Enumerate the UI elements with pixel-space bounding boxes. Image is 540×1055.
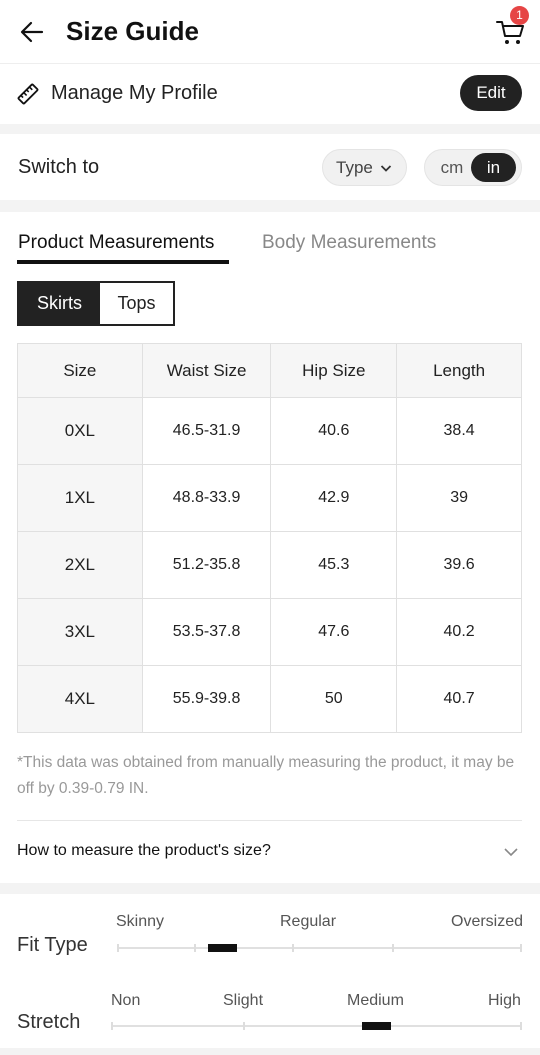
section-divider	[0, 124, 540, 134]
length-cell: 40.7	[396, 665, 522, 733]
scale-tick	[117, 944, 119, 952]
table-header-row: Size Waist Size Hip Size Length	[17, 343, 522, 398]
stretch-label-slight: Slight	[223, 992, 264, 1009]
manage-profile-row[interactable]: Manage My Profile	[0, 64, 540, 124]
waist-cell: 55.9-39.8	[141, 665, 272, 733]
stretch-label-high: High	[488, 992, 521, 1009]
unit-in-option[interactable]: in	[471, 153, 516, 182]
size-table: Size Waist Size Hip Size Length 0XL 46.5…	[17, 343, 522, 733]
unit-cm-option[interactable]: cm	[429, 153, 475, 182]
active-tab-indicator	[17, 260, 229, 264]
table-row: 3XL 53.5-37.8 47.6 40.2	[17, 598, 522, 666]
length-cell: 39	[396, 464, 522, 532]
chevron-down-icon	[504, 848, 518, 857]
switch-row: Switch to Type cm in	[0, 134, 540, 200]
app-header: Size Guide 1	[0, 0, 540, 64]
hip-cell: 42.9	[270, 464, 398, 532]
type-dropdown[interactable]: Type	[322, 149, 407, 186]
measurement-disclaimer: *This data was obtained from manually me…	[17, 754, 515, 797]
size-cell: 2XL	[17, 531, 143, 599]
length-cell: 39.6	[396, 531, 522, 599]
how-to-measure-label: How to measure the product's size?	[17, 842, 271, 859]
category-skirts[interactable]: Skirts	[19, 283, 100, 324]
hip-cell: 45.3	[270, 531, 398, 599]
type-label: Type	[336, 158, 373, 177]
fit-type-marker	[208, 944, 237, 952]
tab-body-measurements[interactable]: Body Measurements	[262, 232, 436, 254]
section-divider	[0, 883, 540, 894]
scale-tick	[292, 944, 294, 952]
waist-cell: 46.5-31.9	[141, 397, 272, 465]
size-cell: 1XL	[17, 464, 143, 532]
ruler-icon	[17, 83, 39, 105]
section-divider	[0, 200, 540, 212]
column-header: Length	[396, 343, 522, 398]
column-header: Hip Size	[270, 343, 398, 398]
measurement-tabs: Product Measurements Body Measurements	[0, 212, 540, 267]
table-row: 2XL 51.2-35.8 45.3 39.6	[17, 531, 522, 599]
waist-cell: 48.8-33.9	[141, 464, 272, 532]
page-title: Size Guide	[66, 16, 199, 46]
switch-label: Switch to	[18, 156, 100, 178]
length-cell: 40.2	[396, 598, 522, 666]
edit-button[interactable]: Edit	[460, 75, 522, 111]
scale-tick	[111, 1022, 113, 1030]
stretch-label-non: Non	[111, 992, 141, 1009]
fit-label-regular: Regular	[280, 913, 337, 930]
stretch-scale	[111, 1025, 522, 1027]
waist-cell: 51.2-35.8	[141, 531, 272, 599]
scale-tick	[194, 944, 196, 952]
hip-cell: 50	[270, 665, 398, 733]
table-row: 4XL 55.9-39.8 50 40.7	[17, 665, 522, 733]
stretch-label-medium: Medium	[347, 992, 404, 1009]
tab-product-measurements[interactable]: Product Measurements	[18, 232, 214, 254]
category-tops[interactable]: Tops	[100, 283, 173, 324]
scale-tick	[243, 1022, 245, 1030]
fit-label-skinny: Skinny	[116, 913, 165, 930]
scale-tick	[520, 1022, 522, 1030]
chevron-down-icon	[380, 165, 392, 172]
scale-tick	[520, 944, 522, 952]
waist-cell: 53.5-37.8	[141, 598, 272, 666]
column-header: Waist Size	[141, 343, 272, 398]
unit-toggle: cm in	[424, 149, 522, 186]
fit-label-oversized: Oversized	[451, 913, 524, 930]
arrow-left-icon[interactable]	[18, 18, 46, 46]
column-header: Size	[17, 343, 143, 398]
table-row: 1XL 48.8-33.9 42.9 39	[17, 464, 522, 532]
manage-profile-label: Manage My Profile	[51, 82, 218, 104]
stretch-marker	[362, 1022, 391, 1030]
size-cell: 3XL	[17, 598, 143, 666]
scale-tick	[392, 944, 394, 952]
hip-cell: 47.6	[270, 598, 398, 666]
table-row: 0XL 46.5-31.9 40.6 38.4	[17, 397, 522, 465]
fit-type-title: Fit Type	[17, 934, 88, 956]
fit-type-scale	[117, 947, 522, 949]
stretch-title: Stretch	[17, 1011, 81, 1033]
size-cell: 4XL	[17, 665, 143, 733]
how-to-measure-row[interactable]: How to measure the product's size?	[0, 821, 540, 881]
section-divider	[0, 1048, 540, 1055]
size-cell: 0XL	[17, 397, 143, 465]
category-switch: Skirts Tops	[17, 281, 175, 326]
cart-count-badge: 1	[510, 6, 529, 25]
length-cell: 38.4	[396, 397, 522, 465]
hip-cell: 40.6	[270, 397, 398, 465]
